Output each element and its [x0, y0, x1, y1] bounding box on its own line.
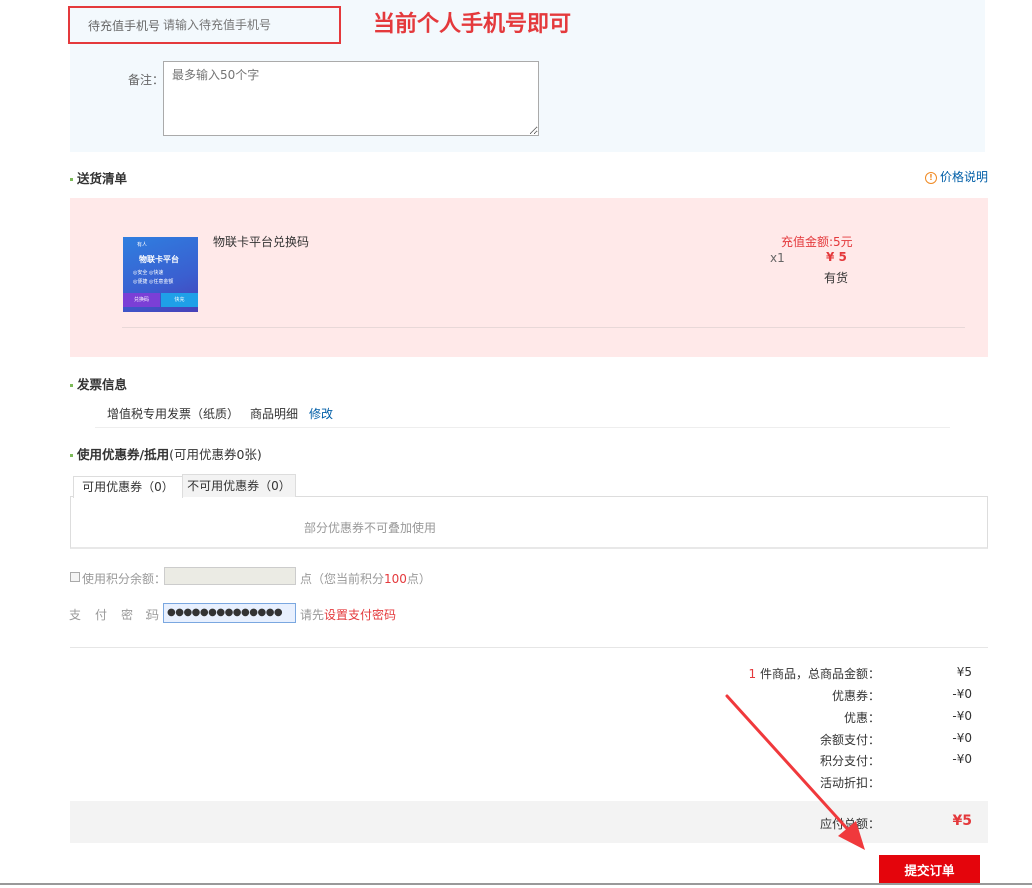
divider: [95, 427, 950, 428]
amount-due-label: 应付总额：: [819, 817, 880, 831]
coupon-section-title: 使用优惠券/抵用(可用优惠券0张): [70, 444, 262, 463]
stock-status: 有货: [824, 271, 849, 285]
bullet-icon: [70, 384, 73, 387]
item-count-label: 件商品，总商品金额：: [759, 667, 880, 681]
summary-total-label: 1 件商品，总商品金额：: [749, 665, 880, 682]
amount-due-value: ¥5: [952, 813, 972, 829]
bottom-border: [0, 883, 1032, 885]
tab-available-coupons[interactable]: 可用优惠券（0）: [73, 476, 183, 498]
phone-input[interactable]: [163, 14, 333, 36]
delivery-title-text: 送货清单: [77, 171, 128, 186]
summary-points-label: 积分支付：: [819, 754, 880, 768]
submit-order-button[interactable]: 提交订单: [879, 855, 980, 883]
points-input[interactable]: [164, 567, 296, 585]
divider: [70, 647, 988, 648]
summary-coupon-label: 优惠券：: [831, 689, 880, 703]
set-pay-password-link[interactable]: 设置支付密码: [324, 608, 396, 622]
pay-password-hint-prefix: 请先: [300, 608, 325, 622]
tab-unavailable-coupons[interactable]: 不可用优惠券（0）: [182, 474, 296, 497]
points-info-suffix: 点）: [406, 572, 431, 586]
bullet-icon: [70, 178, 73, 181]
divider: [122, 327, 965, 328]
delivery-section-title: 送货清单: [70, 168, 127, 187]
invoice-section-title: 发票信息: [70, 374, 127, 393]
summary-total-value: ¥5: [956, 665, 972, 679]
bullet-icon: [70, 454, 73, 457]
use-points-checkbox[interactable]: [70, 572, 80, 582]
delivery-panel: [70, 198, 988, 357]
summary-coupon-value: -¥0: [952, 687, 972, 701]
product-image-redeem-tag: 兑换码: [123, 293, 160, 307]
product-image-fast-tag: 快充: [161, 293, 198, 307]
summary-balance-value: -¥0: [952, 731, 972, 745]
product-price: ¥ 5: [826, 250, 847, 264]
summary-balance-label: 余额支付：: [819, 733, 880, 747]
warning-icon: !: [925, 171, 937, 184]
points-label: 使用积分余额：: [82, 572, 167, 586]
summary-points-value: -¥0: [952, 752, 972, 766]
annotation-text: 当前个人手机号即可: [373, 12, 572, 37]
points-value: 100: [384, 572, 407, 586]
points-info-prefix: 点（您当前积分: [300, 572, 385, 586]
price-note-text: 价格说明: [940, 170, 989, 184]
price-note-link[interactable]: ! 价格说明: [925, 168, 988, 185]
invoice-edit-link[interactable]: 修改: [309, 405, 333, 422]
invoice-type: 增值税专用发票（纸质）: [107, 407, 240, 421]
recharge-amount: 充值金额:5元: [781, 235, 853, 249]
summary-discount-value: -¥0: [952, 709, 972, 723]
summary-discount-label: 优惠：: [843, 711, 880, 725]
remark-textarea[interactable]: [163, 61, 539, 136]
coupon-message: 部分优惠券不可叠加使用: [304, 521, 437, 535]
product-image-features: ◎安全 ◎快速 ◎便捷 ◎任意金额: [133, 269, 173, 287]
points-info: 点（您当前积分100点）: [300, 570, 431, 587]
coupon-panel: [70, 496, 988, 549]
coupon-count-text: (可用优惠券0张): [169, 447, 262, 462]
product-image-feature-2: ◎便捷 ◎任意金额: [133, 279, 174, 285]
remark-label: 备注：: [128, 73, 165, 87]
product-image-brand: 有人: [137, 242, 148, 248]
invoice-title-text: 发票信息: [77, 377, 128, 392]
product-quantity: x1: [770, 251, 785, 265]
invoice-detail: 商品明细: [250, 407, 299, 421]
phone-label: 待充值手机号: [88, 19, 161, 33]
coupon-title-text: 使用优惠券/抵用: [77, 447, 170, 462]
product-name[interactable]: 物联卡平台兑换码: [213, 233, 309, 250]
pay-password-hint: 请先设置支付密码: [300, 606, 396, 623]
pay-password-input[interactable]: ●●●●●●●●●●●●●●: [163, 603, 296, 623]
item-count: 1: [748, 667, 757, 681]
product-image[interactable]: 有人 物联卡平台 ◎安全 ◎快速 ◎便捷 ◎任意金额 兑换码 快充: [123, 237, 198, 312]
product-image-title: 物联卡平台: [139, 255, 179, 264]
summary-activity-label: 活动折扣：: [819, 776, 880, 790]
pay-password-label: 支付密码: [69, 608, 174, 622]
pay-password-colon: ：: [144, 608, 157, 622]
product-image-feature-1: ◎安全 ◎快速: [133, 270, 164, 276]
